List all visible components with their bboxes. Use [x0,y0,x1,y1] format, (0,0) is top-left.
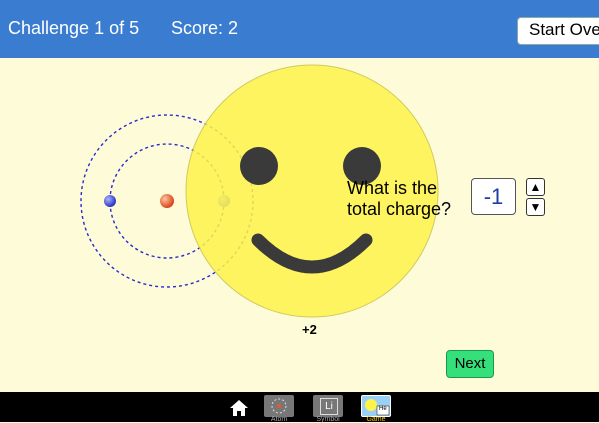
atom-diagram [80,64,439,318]
game-icon [365,399,390,416]
challenge-counter: Challenge 1 of 5 [8,18,140,38]
electron[interactable] [104,195,116,207]
header-bar: Challenge 1 of 5 Score: 2 Start Over [0,0,599,58]
nucleus-charge-label: +2 [302,322,317,337]
increment-arrow-icon[interactable]: ▲ [526,178,545,196]
next-button[interactable]: Next [446,350,494,378]
atom-tab[interactable] [264,395,294,417]
atom-icon [271,398,287,414]
start-over-button[interactable]: Start Over [517,17,599,45]
answer-input[interactable]: -1 [471,178,516,215]
nav-bar: Atom Li Symbol He Game [0,392,599,423]
game-tab[interactable]: He [361,395,391,417]
symbol-icon: Li [320,398,338,415]
proton[interactable] [160,194,174,208]
score-display: Score: 2 [171,18,239,38]
symbol-tab[interactable]: Li [313,395,343,417]
decrement-arrow-icon[interactable]: ▼ [526,198,545,216]
home-icon[interactable] [228,399,250,417]
question-text: What is the total charge? [347,178,452,219]
game-area: What is the total charge? -1 ▲ ▼ +2 Next [0,58,599,392]
game-icon-text: He [379,406,387,412]
